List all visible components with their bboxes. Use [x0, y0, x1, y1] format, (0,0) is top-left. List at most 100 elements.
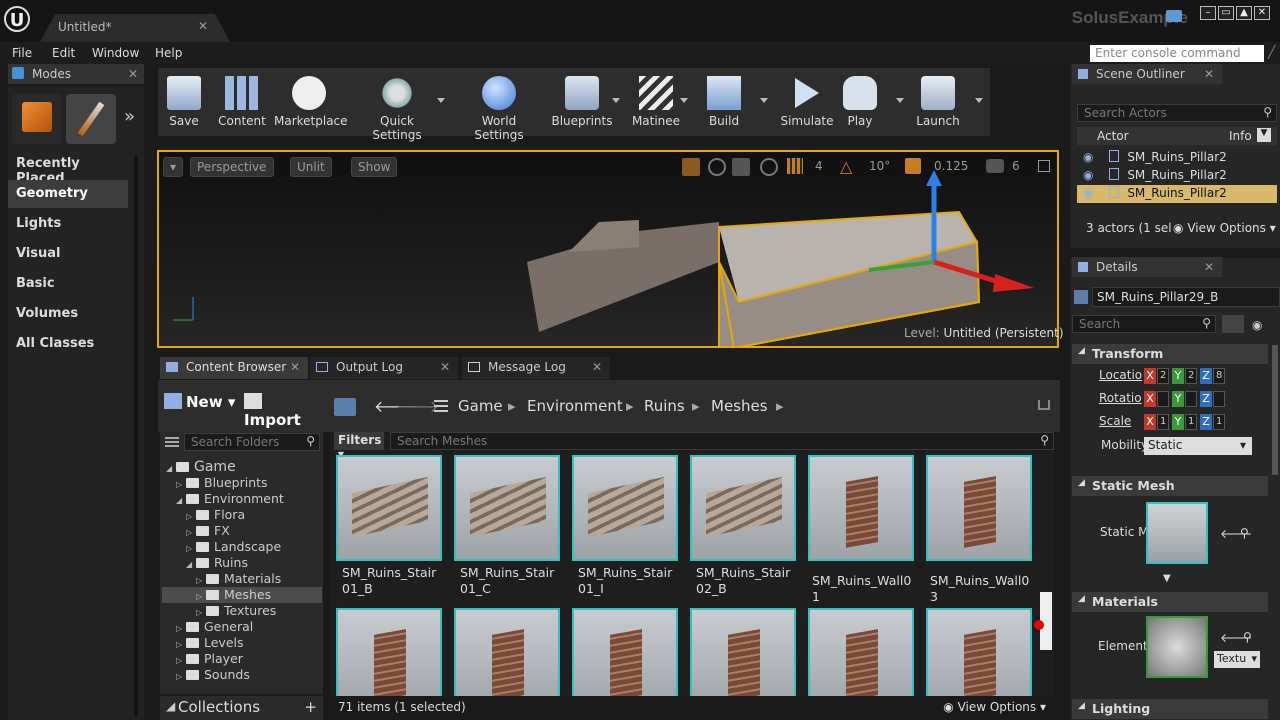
browse-icon[interactable]: ⚲: [1243, 630, 1252, 644]
add-collection-icon[interactable]: +: [304, 698, 317, 716]
folder-item[interactable]: ▷ Levels: [162, 635, 322, 651]
x-value-field[interactable]: 2: [1157, 368, 1169, 384]
folder-item[interactable]: ▷ Blueprints: [162, 475, 322, 491]
chevron-down-icon[interactable]: [975, 98, 983, 103]
tab-content-browser[interactable]: Content Browser ✕: [160, 357, 308, 379]
mode-visual[interactable]: Visual: [8, 240, 128, 268]
view-options-button[interactable]: ◉ View Options ▾: [943, 700, 1046, 714]
simulate-button[interactable]: Simulate: [780, 70, 834, 128]
folder-item[interactable]: ▷ Materials: [162, 571, 322, 587]
close-icon[interactable]: ✕: [1204, 67, 1214, 81]
folder-item[interactable]: ▷ General: [162, 619, 322, 635]
expanded-arrow-icon[interactable]: ◢: [176, 496, 186, 505]
asset-tile[interactable]: SM_Ruins_Wall03: [926, 455, 1036, 605]
eye-icon[interactable]: ◉: [1252, 318, 1262, 332]
minimize-button[interactable]: –: [1200, 6, 1216, 20]
close-icon[interactable]: ✕: [128, 67, 138, 81]
folder-item[interactable]: ▷ Textures: [162, 603, 322, 619]
folder-item[interactable]: ▷ Landscape: [162, 539, 322, 555]
more-modes-icon[interactable]: »: [124, 106, 135, 127]
asset-tile[interactable]: [926, 608, 1036, 696]
asset-tile[interactable]: [454, 608, 566, 696]
menu-file[interactable]: File: [12, 46, 32, 60]
actor-row[interactable]: ◉ SM_Ruins_Pillar2: [1077, 185, 1277, 203]
breadcrumb-game[interactable]: Game: [458, 397, 503, 415]
collapsed-arrow-icon[interactable]: ▷: [196, 592, 206, 601]
collapsed-arrow-icon[interactable]: ▷: [176, 640, 186, 649]
tab-scene-outliner[interactable]: Scene Outliner ✕: [1072, 64, 1222, 84]
close-window-button[interactable]: ✕: [1254, 6, 1270, 20]
collapsed-arrow-icon[interactable]: ▷: [176, 672, 186, 681]
column-info[interactable]: Info: [1229, 129, 1252, 143]
document-tab[interactable]: Untitled* ✕: [40, 14, 230, 42]
actor-row[interactable]: ◉ SM_Ruins_Pillar2: [1077, 167, 1277, 185]
close-icon[interactable]: ✕: [1204, 260, 1214, 274]
rotation-label[interactable]: Rotatio: [1099, 391, 1142, 409]
close-icon[interactable]: ✕: [440, 360, 450, 374]
asset-search-input[interactable]: Search Meshes ⚲: [390, 432, 1054, 450]
collapsed-arrow-icon[interactable]: ▷: [176, 624, 186, 633]
material-thumbnail[interactable]: [1146, 616, 1208, 678]
folder-search-input[interactable]: Search Folders ⚲: [184, 433, 320, 451]
asset-tile[interactable]: SM_Ruins_Stair02_B: [690, 455, 802, 597]
asset-tile[interactable]: [572, 608, 684, 696]
chevron-down-icon[interactable]: [437, 98, 445, 103]
y-value-field[interactable]: 1: [1185, 414, 1197, 430]
mode-geometry[interactable]: Geometry: [8, 180, 128, 208]
property-matrix-icon[interactable]: [1222, 315, 1244, 333]
browse-icon[interactable]: ⚲: [1240, 526, 1249, 540]
collapsed-arrow-icon[interactable]: ▷: [186, 512, 196, 521]
close-icon[interactable]: ✕: [198, 19, 208, 33]
menu-help[interactable]: Help: [155, 46, 182, 60]
chat-icon[interactable]: [1166, 10, 1182, 22]
materials-section[interactable]: ◢ Materials: [1072, 592, 1268, 612]
menu-edit[interactable]: Edit: [52, 46, 75, 60]
eye-icon[interactable]: ◉: [1083, 150, 1093, 164]
world-settings-button[interactable]: World Settings: [456, 70, 542, 142]
chevron-down-icon[interactable]: [760, 98, 768, 103]
asset-tile[interactable]: SM_Ruins_Stair01_B: [336, 455, 448, 597]
folder-item[interactable]: ▷ Player: [162, 651, 322, 667]
marketplace-button[interactable]: Marketplace: [274, 70, 348, 128]
x-value-field[interactable]: [1157, 391, 1169, 407]
expanded-arrow-icon[interactable]: ◢: [166, 464, 176, 473]
y-value-field[interactable]: 2: [1185, 368, 1197, 384]
actor-name-input[interactable]: SM_Ruins_Pillar29_B: [1092, 287, 1280, 307]
z-value-field[interactable]: [1213, 391, 1225, 407]
matinee-button[interactable]: Matinee: [630, 70, 682, 128]
build-button[interactable]: Build: [704, 70, 744, 128]
static-mesh-thumbnail[interactable]: [1146, 502, 1208, 564]
filters-button[interactable]: Filters ▾: [334, 432, 384, 461]
blueprints-button[interactable]: Blueprints: [551, 70, 613, 128]
tab-message-log[interactable]: Message Log ✕: [462, 357, 610, 379]
details-scrollbar[interactable]: [1272, 345, 1278, 475]
chevron-down-icon[interactable]: [612, 98, 620, 103]
actor-row[interactable]: ◉ SM_Ruins_Pillar2: [1077, 149, 1277, 167]
tab-output-log[interactable]: Output Log ✕: [310, 357, 458, 379]
collapsed-arrow-icon[interactable]: ▷: [196, 576, 206, 585]
content-button[interactable]: Content: [216, 70, 268, 128]
static-mesh-section[interactable]: ◢ Static Mesh: [1072, 476, 1268, 496]
console-input[interactable]: Enter console command: [1090, 45, 1264, 62]
forward-arrow-icon[interactable]: 🡒: [396, 396, 439, 416]
expanded-arrow-icon[interactable]: ◢: [186, 560, 196, 569]
place-mode-icon[interactable]: [12, 94, 62, 144]
breadcrumb-ruins[interactable]: Ruins: [644, 397, 685, 415]
folder-item[interactable]: ◢ Game: [162, 459, 322, 475]
lock-icon[interactable]: [1038, 400, 1050, 410]
asset-tile[interactable]: [808, 608, 920, 696]
texture-dropdown[interactable]: Textu ▾: [1214, 651, 1260, 668]
modes-scrollbar[interactable]: [134, 156, 138, 716]
launch-button[interactable]: Launch: [914, 70, 962, 128]
quick-settings-button[interactable]: Quick Settings: [354, 70, 440, 142]
mode-recently-placed[interactable]: Recently Placed: [8, 150, 128, 186]
actor-search-input[interactable]: Search Actors ⚲: [1077, 104, 1277, 122]
asset-tile[interactable]: [690, 608, 802, 696]
lighting-section[interactable]: ◢ Lighting: [1072, 699, 1268, 719]
collapsed-arrow-icon[interactable]: ▷: [176, 656, 186, 665]
asset-tile[interactable]: SM_Ruins_Stair01_C: [454, 455, 566, 597]
z-value-field[interactable]: 8: [1213, 368, 1225, 384]
mode-lights[interactable]: Lights: [8, 210, 128, 238]
sources-toggle-icon[interactable]: [165, 437, 179, 449]
mode-basic[interactable]: Basic: [8, 270, 128, 298]
